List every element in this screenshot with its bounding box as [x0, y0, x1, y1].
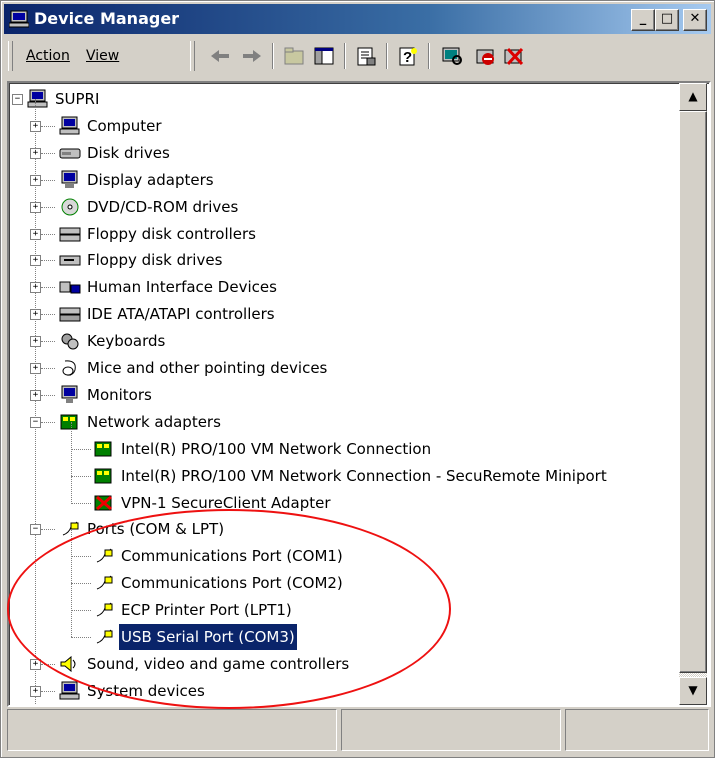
tree-node-label: Communications Port (COM2) [121, 574, 343, 593]
floppy-controller-icon [59, 227, 81, 241]
properties-icon[interactable] [354, 45, 378, 67]
toolbar: Action View ? [4, 37, 711, 77]
floppy-drive-icon [59, 255, 81, 266]
status-bar-pane [341, 709, 561, 751]
forward-arrow-icon[interactable] [240, 45, 264, 67]
tree-node-label: DVD/CD-ROM drives [87, 197, 239, 216]
maximize-button[interactable]: □ [655, 9, 679, 31]
tree-node-label: Floppy disk controllers [87, 224, 256, 243]
vpn-adapter-icon [94, 495, 112, 510]
tree-node-label: Monitors [87, 385, 152, 404]
back-arrow-icon[interactable] [208, 45, 232, 67]
device-tree-pane[interactable]: − SUPRI + Computer + Disk drives + Display adap… [7, 81, 711, 707]
help-icon[interactable]: ? [396, 45, 420, 67]
scan-hardware-icon[interactable] [440, 45, 464, 67]
collapse-icon[interactable]: − [12, 94, 23, 105]
tree-node-label: Human Interface Devices [87, 278, 277, 297]
tree-node-label: Disk drives [87, 143, 170, 162]
minimize-icon: _ [639, 11, 647, 26]
menu-action[interactable]: Action [26, 47, 70, 65]
display-adapter-icon [61, 170, 78, 188]
window-title: Device Manager [34, 9, 180, 28]
expand-icon[interactable]: + [30, 309, 41, 321]
tree-node-label: Ports (COM & LPT) [87, 520, 225, 539]
tree-node-label: Keyboards [87, 332, 166, 351]
collapse-icon[interactable]: − [30, 524, 41, 536]
close-icon: ✕ [689, 11, 701, 26]
tree-node-label: System devices [87, 681, 205, 700]
port-icon [96, 548, 113, 563]
up-folder-icon[interactable] [282, 45, 306, 67]
tree-node-label: USB Serial Port (COM3) [118, 623, 298, 651]
computer-icon [27, 89, 48, 108]
keyboard-icon [61, 333, 79, 350]
tree-node-label: Communications Port (COM1) [121, 547, 343, 566]
menu-view[interactable]: View [86, 47, 119, 65]
tree-node-label: Intel(R) PRO/100 VM Network Connection -… [121, 466, 607, 485]
tree-node-label: ECP Printer Port (LPT1) [121, 601, 292, 620]
tree-node-label: Floppy disk drives [87, 251, 223, 270]
device-tree: − SUPRI + Computer + Disk drives + Display adap… [9, 83, 679, 705]
expand-icon[interactable]: + [30, 228, 41, 240]
expand-icon[interactable]: + [30, 658, 41, 670]
svg-text:?: ? [403, 49, 412, 66]
ide-controller-icon [59, 307, 81, 322]
scroll-thumb[interactable] [679, 111, 707, 673]
collapse-icon[interactable]: − [30, 416, 41, 428]
scroll-down-button[interactable]: ▼ [679, 677, 707, 705]
mouse-icon [62, 360, 76, 376]
expand-icon[interactable]: + [30, 201, 41, 213]
port-icon [96, 629, 113, 644]
network-adapter-icon [94, 441, 112, 457]
toolbar-grip[interactable] [190, 41, 195, 71]
hid-icon [59, 281, 81, 294]
tree-node-label: SUPRI [55, 90, 100, 108]
device-manager-window: Device Manager _ □ ✕ Action View ? − SUPR… [0, 0, 715, 758]
toolbar-grip[interactable] [8, 41, 13, 71]
expand-icon[interactable]: + [30, 363, 41, 374]
scroll-up-button[interactable]: ▲ [679, 83, 707, 111]
expand-icon[interactable]: + [30, 255, 41, 267]
expand-icon[interactable]: + [30, 282, 41, 294]
port-icon [96, 602, 113, 617]
title-bar[interactable]: Device Manager _ □ ✕ [4, 4, 711, 34]
status-bar-pane [7, 709, 337, 751]
port-icon [62, 522, 79, 536]
expand-icon[interactable]: + [30, 685, 41, 697]
port-icon [96, 575, 113, 590]
tree-node-label: Display adapters [87, 170, 214, 189]
tree-node-label: Computer [87, 116, 162, 135]
minimize-button[interactable]: _ [631, 9, 655, 31]
tree-node-label: Sound, video and game controllers [87, 654, 350, 673]
status-bar-pane [565, 709, 709, 751]
dvd-drive-icon [61, 198, 79, 216]
uninstall-device-icon[interactable] [502, 45, 526, 67]
computer-icon [9, 10, 29, 28]
expand-icon[interactable]: + [30, 174, 41, 186]
monitor-icon [61, 385, 78, 403]
expand-icon[interactable]: + [30, 120, 41, 132]
tree-node-label: VPN-1 SecureClient Adapter [121, 493, 331, 512]
network-adapter-icon [94, 468, 112, 484]
disk-drive-icon [59, 148, 81, 159]
show-hide-tree-icon[interactable] [312, 45, 336, 67]
maximize-icon: □ [660, 11, 674, 26]
expand-icon[interactable]: + [30, 147, 41, 159]
sound-icon [60, 655, 76, 672]
vertical-scrollbar[interactable]: ▲ ▼ [679, 83, 707, 705]
tree-node-label: Network adapters [87, 412, 221, 431]
expand-icon[interactable]: + [30, 336, 41, 348]
computer-icon [59, 116, 80, 135]
system-icon [59, 681, 80, 700]
tree-node-label: Mice and other pointing devices [87, 359, 328, 377]
tree-node-label: Intel(R) PRO/100 VM Network Connection [121, 439, 432, 458]
tree-node-label: IDE ATA/ATAPI controllers [87, 305, 275, 324]
expand-icon[interactable]: + [30, 389, 41, 401]
close-button[interactable]: ✕ [683, 9, 707, 31]
network-adapter-icon [60, 414, 78, 430]
disable-device-icon[interactable] [474, 45, 498, 67]
